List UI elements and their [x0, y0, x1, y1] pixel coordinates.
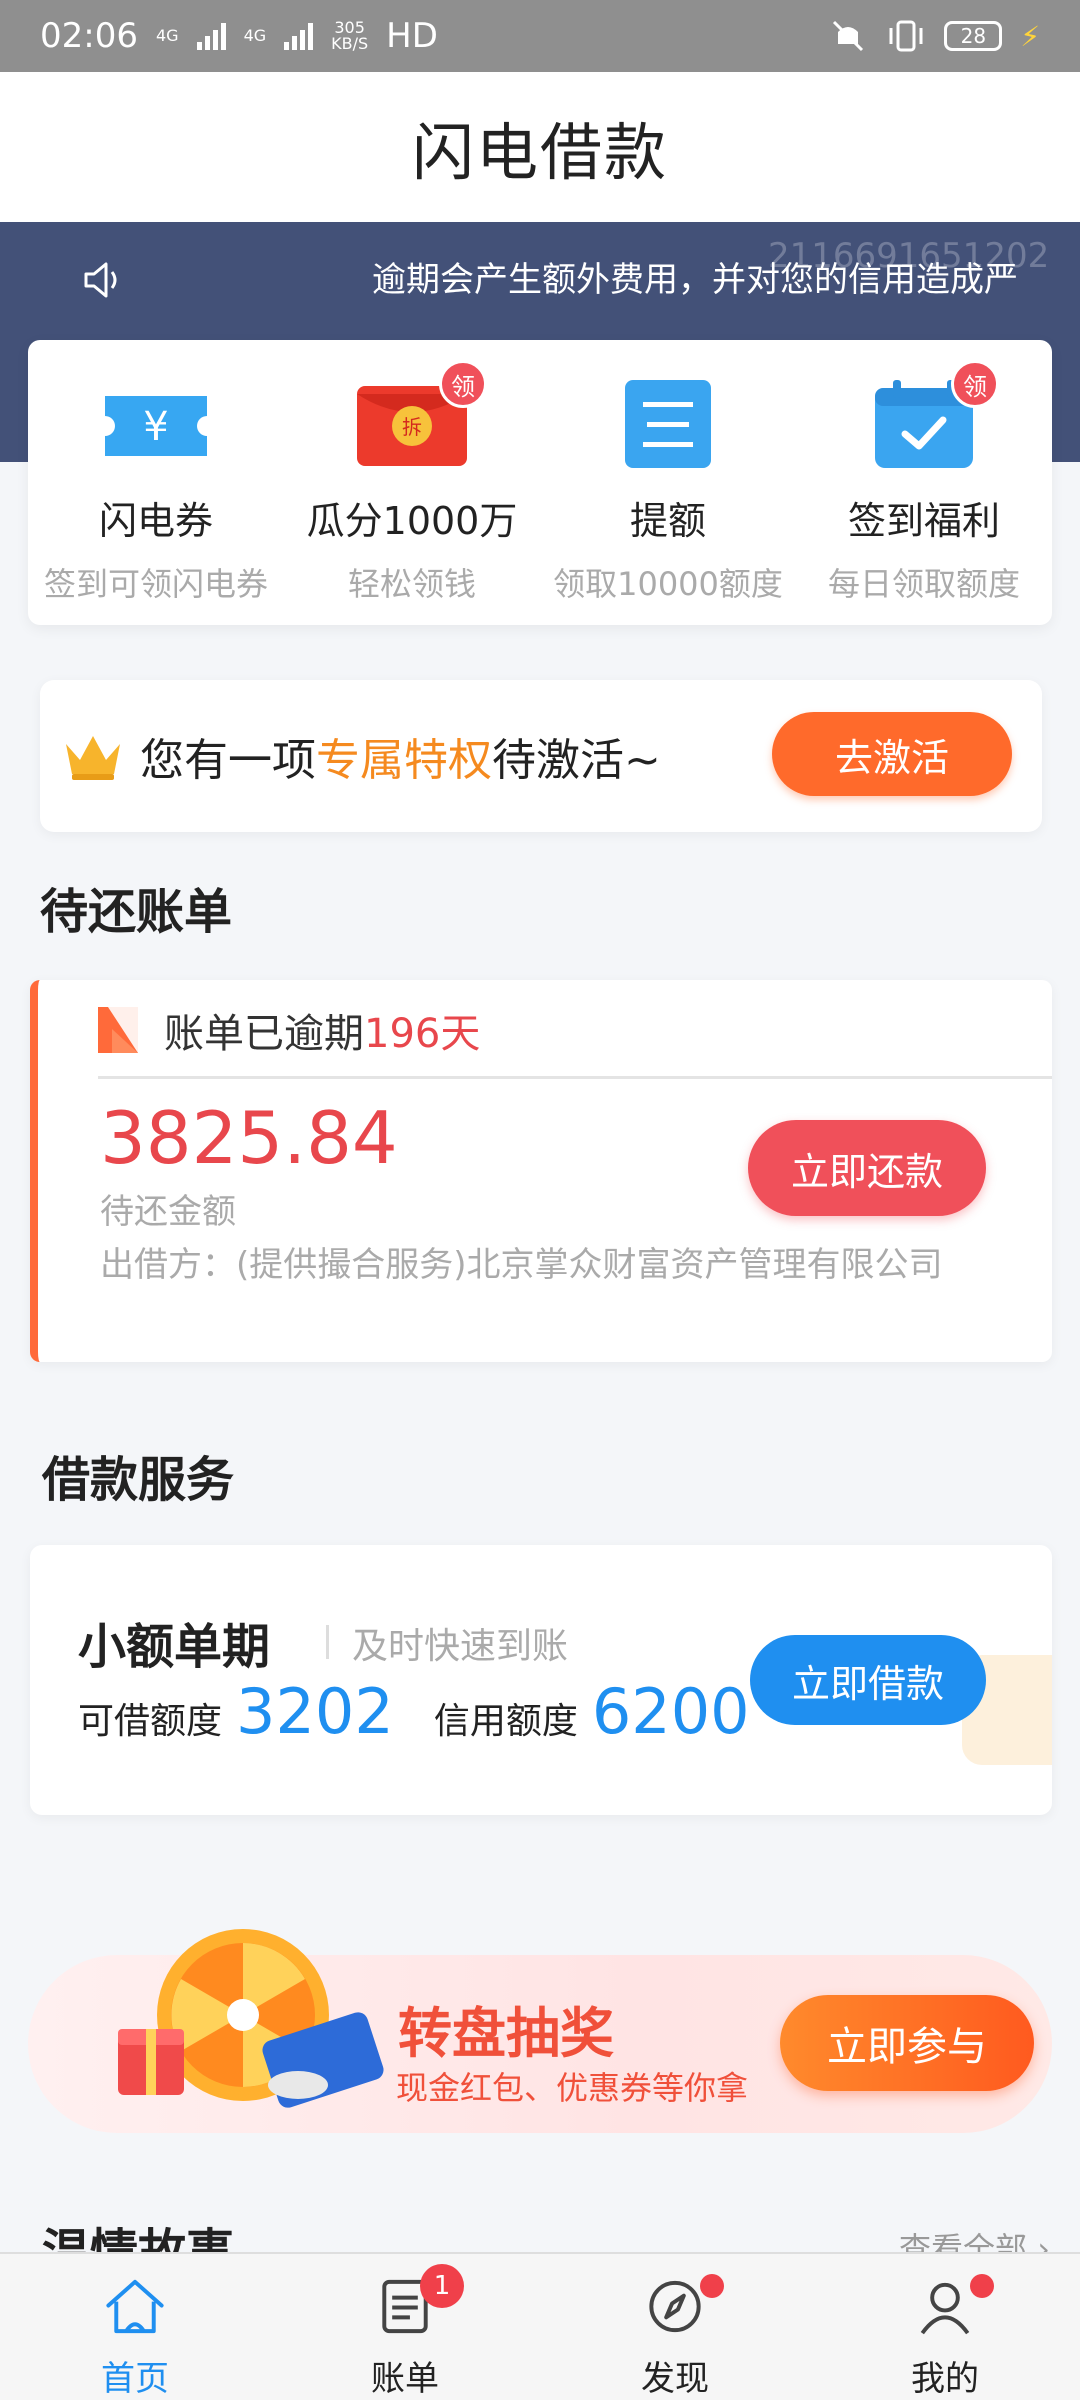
notification-dot [700, 2274, 724, 2298]
red-envelope-icon: 拆 领 [357, 360, 487, 470]
signal-icon [196, 22, 226, 50]
bill-header: 账单已逾期196天 [98, 1000, 1052, 1060]
svg-text:拆: 拆 [402, 415, 422, 439]
bottom-tab-bar: 首页 1 账单 发现 我的 [0, 2252, 1080, 2400]
notice-row[interactable]: 2116691651202 逾期会产生额外费用，并对您的信用造成严 [0, 222, 1080, 337]
notification-badge: 1 [420, 2264, 464, 2308]
claim-badge: 领 [439, 360, 487, 408]
bill-amount-label: 待还金额 [100, 1192, 236, 1232]
status-time: 02:06 [40, 16, 138, 56]
network-type-1: 4G [155, 26, 179, 45]
speaker-icon [84, 262, 117, 297]
lottery-subtitle: 现金红包、优惠券等你拿 [396, 2069, 749, 2107]
status-bar: 02:06 4G 4G 305 KB/S HD 28 ⚡ [0, 0, 1080, 72]
tab-label: 首页 [101, 2359, 169, 2399]
feature-subtitle: 轻松领钱 [347, 565, 476, 603]
repay-now-button[interactable]: 立即还款 [748, 1120, 986, 1216]
hd-indicator: HD [386, 16, 438, 56]
divider [326, 1625, 329, 1659]
tab-label: 账单 [371, 2359, 439, 2399]
activate-button[interactable]: 去激活 [772, 712, 1012, 796]
overdue-days: 196天 [364, 1011, 481, 1057]
feature-coupon[interactable]: ¥ 闪电券 签到可领闪电券 [28, 340, 284, 625]
tab-profile[interactable]: 我的 [810, 2254, 1080, 2400]
bill-amount: 3825.84 [100, 1096, 398, 1180]
svg-text:¥: ¥ [143, 404, 168, 450]
feature-title: 签到福利 [847, 499, 1000, 543]
claim-badge: 领 [951, 360, 999, 408]
feature-raise-limit[interactable]: 提额 领取10000额度 [540, 340, 796, 625]
prize-wheel-illustration [118, 1929, 384, 2108]
page-title: 闪电借款 [411, 116, 668, 189]
app-header: 闪电借款 [0, 72, 1080, 222]
loan-product-tag: 及时快速到账 [352, 1626, 569, 1667]
bill-status: 账单已逾期196天 [164, 1011, 481, 1057]
signal-icon [284, 22, 314, 50]
network-type-2: 4G [243, 26, 267, 45]
credit-limit-value: 6200 [591, 1675, 750, 1748]
borrow-now-button[interactable]: 立即借款 [750, 1635, 986, 1725]
loan-product-name: 小额单期 [78, 1619, 271, 1675]
divider [98, 1076, 1052, 1079]
privilege-highlight: 专属特权 [316, 735, 492, 786]
tab-label: 我的 [911, 2359, 979, 2399]
available-limit-label: 可借额度 [78, 1701, 223, 1742]
section-title-loan-service: 借款服务 [42, 1452, 235, 1508]
crown-icon [66, 736, 120, 780]
lottery-banner[interactable]: 转盘抽奖 现金红包、优惠券等你拿 立即参与 [28, 1929, 1052, 2133]
lottery-title: 转盘抽奖 [398, 2002, 614, 2065]
feature-title: 瓜分1000万 [306, 499, 518, 543]
join-now-button[interactable]: 立即参与 [780, 1995, 1034, 2091]
feature-grid: ¥ 闪电券 签到可领闪电券 拆 领 瓜分1000万 轻松领钱 提额 领取1000… [28, 340, 1052, 625]
tab-label: 发现 [641, 2359, 709, 2399]
tab-bills[interactable]: 1 账单 [270, 2254, 540, 2400]
feature-subtitle: 每日领取额度 [827, 565, 1020, 603]
tab-discover[interactable]: 发现 [540, 2254, 810, 2400]
vibrate-icon [889, 20, 923, 52]
calendar-check-icon: 领 [869, 360, 999, 470]
privilege-card[interactable]: 您有一项专属特权待激活~ 去激活 [40, 680, 1042, 832]
feature-checkin[interactable]: 领 签到福利 每日领取额度 [796, 340, 1052, 625]
battery-indicator: 28 [944, 21, 1003, 51]
network-speed: 305 KB/S [331, 18, 369, 53]
available-limit-value: 3202 [236, 1675, 394, 1748]
feature-subtitle: 签到可领闪电券 [43, 565, 268, 603]
feature-split-money[interactable]: 拆 领 瓜分1000万 轻松领钱 [284, 340, 540, 625]
mute-vibrate-icon [833, 20, 864, 52]
credit-limit-label: 信用额度 [433, 1701, 578, 1742]
loan-product-card[interactable]: 小额单期 及时快速到账 可借额度 3202 信用额度 6200 立即借款 [30, 1545, 1052, 1815]
feature-subtitle: 领取10000额度 [553, 565, 783, 603]
notice-text: 逾期会产生额外费用，并对您的信用造成严 [372, 260, 1018, 300]
bill-lender: 出借方：(提供撮合服务)北京掌众财富资产管理有限公司 [100, 1245, 943, 1285]
bill-card[interactable]: 账单已逾期196天 3825.84 待还金额 出借方：(提供撮合服务)北京掌众财… [30, 980, 1052, 1362]
section-title-pending-bills: 待还账单 [40, 884, 233, 940]
privilege-message: 您有一项专属特权待激活~ [140, 735, 661, 786]
ticket-icon: ¥ [101, 380, 211, 470]
document-icon [613, 380, 723, 470]
loan-limits: 可借额度 3202 信用额度 6200 [78, 1675, 750, 1748]
feature-title: 提额 [629, 499, 706, 543]
feature-title: 闪电券 [98, 499, 213, 543]
charging-icon: ⚡ [1020, 19, 1040, 53]
tab-home[interactable]: 首页 [0, 2254, 270, 2400]
home-icon [106, 2279, 164, 2334]
brand-logo-icon [98, 1007, 138, 1053]
notification-dot [970, 2274, 994, 2298]
